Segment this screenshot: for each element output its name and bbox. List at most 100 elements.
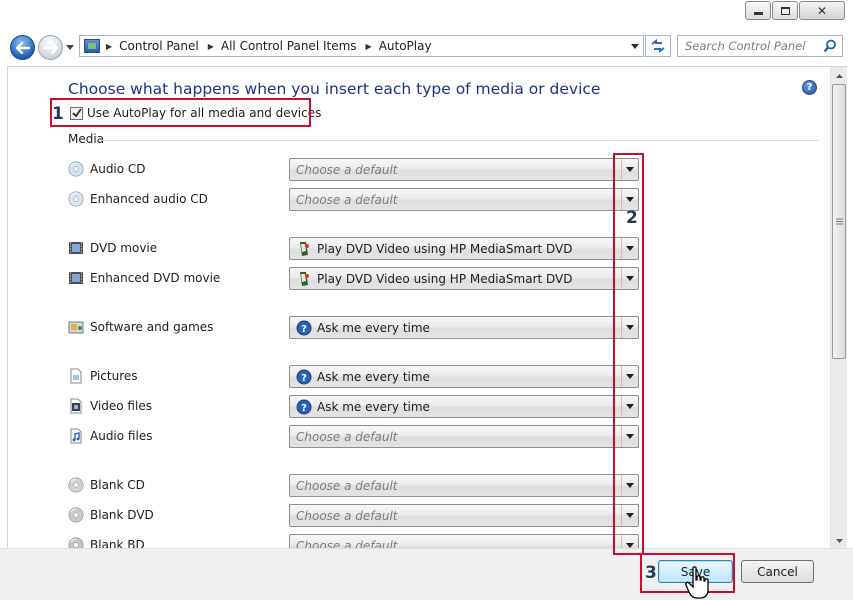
refresh-button[interactable]: [645, 35, 671, 57]
media-type-label: Software and games: [90, 320, 214, 334]
vertical-scrollbar[interactable]: [830, 67, 847, 548]
dvd-movie-icon: [68, 240, 84, 256]
default-action-dropdown-video-files[interactable]: ? Ask me every time: [289, 395, 639, 418]
annotation-box-step-1: [50, 98, 311, 127]
dropdown-value-text: Ask me every time: [317, 320, 430, 335]
pictures-icon: [68, 368, 84, 384]
search-box[interactable]: [677, 35, 843, 57]
dropdown-value-text: Choose a default: [296, 192, 398, 207]
restore-icon: [780, 6, 790, 15]
breadcrumb-separator-icon: ▶: [106, 41, 113, 51]
dropdown-selected-value[interactable]: Choose a default: [290, 163, 621, 177]
forward-arrow-icon: [43, 41, 58, 54]
svg-text:?: ?: [301, 324, 307, 335]
dropdown-value-text: Choose a default: [296, 429, 398, 444]
annotation-number-2: 2: [626, 208, 638, 228]
chevron-down-icon: [631, 43, 639, 49]
dropdown-value-text: Play DVD Video using HP MediaSmart DVD: [317, 241, 573, 256]
dropdown-selected-value[interactable]: Choose a default: [290, 539, 621, 549]
dropdown-value-text: Ask me every time: [317, 399, 430, 414]
default-action-dropdown-audio-cd[interactable]: Choose a default: [289, 158, 639, 181]
help-icon[interactable]: ?: [802, 80, 817, 95]
media-type-blank-cd: Blank CD: [68, 474, 145, 496]
dropdown-selected-value[interactable]: ? Ask me every time: [290, 369, 621, 385]
annotation-number-1: 1: [52, 104, 64, 124]
breadcrumb-control-panel[interactable]: Control Panel: [119, 39, 199, 53]
address-bar[interactable]: ▶ Control Panel ▶ All Control Panel Item…: [79, 35, 644, 57]
page-title: Choose what happens when you insert each…: [68, 80, 601, 98]
dropdown-selected-value[interactable]: Play DVD Video using HP MediaSmart DVD: [290, 241, 621, 257]
media-type-blank-dvd: Blank DVD: [68, 504, 154, 526]
audio-files-icon: [68, 428, 84, 444]
svg-text:?: ?: [301, 403, 307, 414]
default-action-dropdown-software-and-games[interactable]: ? Ask me every time: [289, 316, 639, 339]
default-action-dropdown-pictures[interactable]: ? Ask me every time: [289, 365, 639, 388]
scrollbar-thumb[interactable]: [832, 84, 846, 359]
media-type-label: Enhanced audio CD: [90, 192, 208, 206]
hp-mediasmart-icon: [296, 271, 312, 287]
breadcrumb-all-items[interactable]: All Control Panel Items: [221, 39, 357, 53]
dropdown-selected-value[interactable]: ? Ask me every time: [290, 399, 621, 415]
dropdown-selected-value[interactable]: Choose a default: [290, 193, 621, 207]
default-action-dropdown-audio-files[interactable]: Choose a default: [289, 425, 639, 448]
blank-cd-icon: [68, 477, 84, 493]
recent-pages-dropdown[interactable]: [65, 42, 75, 52]
default-action-dropdown-enhanced-audio-cd[interactable]: Choose a default: [289, 188, 639, 211]
blank-bd-icon: [68, 537, 84, 548]
annotation-number-3: 3: [645, 563, 657, 583]
breadcrumb-separator-icon[interactable]: ▶: [366, 42, 372, 51]
media-type-label: Blank BD: [90, 538, 145, 548]
hp-mediasmart-icon: [296, 241, 312, 257]
search-input[interactable]: [683, 38, 823, 54]
dropdown-value-text: Ask me every time: [317, 369, 430, 384]
back-arrow-icon: [15, 41, 30, 54]
scroll-down-button[interactable]: [831, 532, 847, 548]
media-type-blank-bd: Blank BD: [68, 534, 145, 548]
media-type-label: Pictures: [90, 369, 138, 383]
dropdown-selected-value[interactable]: Choose a default: [290, 479, 621, 493]
section-media-label: Media: [68, 132, 105, 146]
media-type-label: Audio files: [90, 429, 153, 443]
media-type-label: Enhanced DVD movie: [90, 271, 221, 285]
scroll-up-button[interactable]: [831, 67, 847, 84]
dropdown-value-text: Play DVD Video using HP MediaSmart DVD: [317, 271, 573, 286]
title-bar: ✕: [0, 0, 853, 30]
dropdown-selected-value[interactable]: Choose a default: [290, 430, 621, 444]
dropdown-selected-value[interactable]: ? Ask me every time: [290, 320, 621, 336]
video-files-icon: [68, 398, 84, 414]
default-action-dropdown-dvd-movie[interactable]: Play DVD Video using HP MediaSmart DVD: [289, 237, 639, 260]
address-history-dropdown[interactable]: [627, 43, 643, 49]
question-icon: ?: [296, 399, 312, 415]
dropdown-selected-value[interactable]: Choose a default: [290, 509, 621, 523]
search-icon[interactable]: [823, 39, 837, 53]
dropdown-selected-value[interactable]: Play DVD Video using HP MediaSmart DVD: [290, 271, 621, 287]
dropdown-value-text: Choose a default: [296, 538, 398, 549]
back-button[interactable]: [10, 35, 35, 60]
refresh-icon: [651, 39, 665, 53]
media-type-pictures: Pictures: [68, 365, 138, 387]
dropdown-value-text: Choose a default: [296, 508, 398, 523]
media-type-enhanced-dvd-movie: Enhanced DVD movie: [68, 267, 220, 289]
default-action-dropdown-blank-dvd[interactable]: Choose a default: [289, 504, 639, 527]
chevron-down-icon: [836, 538, 843, 543]
media-type-label: Blank DVD: [90, 508, 154, 522]
breadcrumb-separator-icon[interactable]: ▶: [208, 42, 214, 51]
media-type-enhanced-audio-cd: Enhanced audio CD: [68, 188, 208, 210]
media-type-label: Blank CD: [90, 478, 145, 492]
default-action-dropdown-blank-bd[interactable]: Choose a default: [289, 534, 639, 548]
default-action-dropdown-blank-cd[interactable]: Choose a default: [289, 474, 639, 497]
media-type-video-files: Video files: [68, 395, 152, 417]
cancel-button[interactable]: Cancel: [741, 560, 814, 583]
content-pane: Choose what happens when you insert each…: [7, 66, 847, 548]
forward-button[interactable]: [38, 35, 63, 60]
section-divider: [102, 140, 819, 141]
close-button[interactable]: ✕: [799, 1, 845, 20]
media-type-audio-cd: Audio CD: [68, 158, 146, 180]
default-action-dropdown-enhanced-dvd-movie[interactable]: Play DVD Video using HP MediaSmart DVD: [289, 267, 639, 290]
breadcrumb-autoplay[interactable]: AutoPlay: [379, 39, 432, 53]
minimize-button[interactable]: [745, 1, 771, 20]
audio-cd-icon: [68, 161, 84, 177]
control-panel-icon: [84, 39, 100, 53]
maximize-button[interactable]: [772, 1, 798, 20]
navigation-bar: ▶ Control Panel ▶ All Control Panel Item…: [0, 30, 853, 63]
